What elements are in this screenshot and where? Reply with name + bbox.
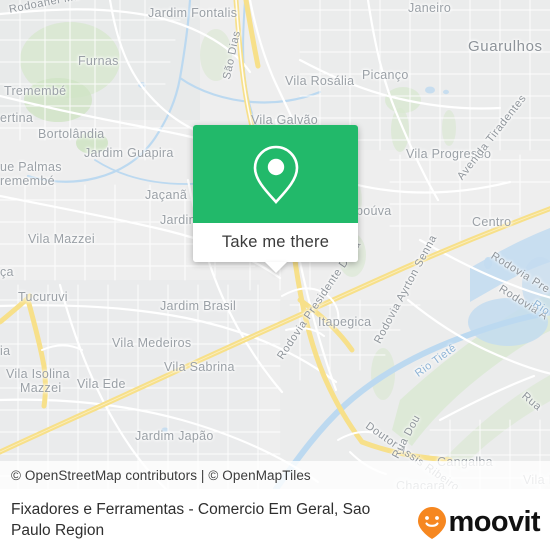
page-title: Fixadores e Ferramentas - Comercio Em Ge… — [11, 500, 371, 539]
page-footer: Fixadores e Ferramentas - Comercio Em Ge… — [0, 489, 550, 550]
map-attribution-bar: © OpenStreetMap contributors | © OpenMap… — [0, 461, 550, 489]
destination-callout[interactable]: Take me there — [193, 125, 358, 273]
callout-tail — [264, 262, 287, 273]
moovit-wordmark: moovit — [448, 506, 541, 538]
take-me-there-label: Take me there — [221, 233, 330, 251]
moovit-smile-pin-icon — [417, 506, 446, 539]
callout-green-panel — [193, 125, 358, 223]
moovit-logo[interactable]: moovit — [417, 506, 541, 540]
take-me-there-button[interactable]: Take me there — [193, 223, 358, 273]
attribution-text: © OpenStreetMap contributors | © OpenMap… — [11, 467, 311, 483]
map-canvas[interactable]: .blk { fill:#e4e7e8; } .grn { fill:#d8e8… — [0, 0, 550, 489]
location-pin-icon — [253, 145, 298, 204]
